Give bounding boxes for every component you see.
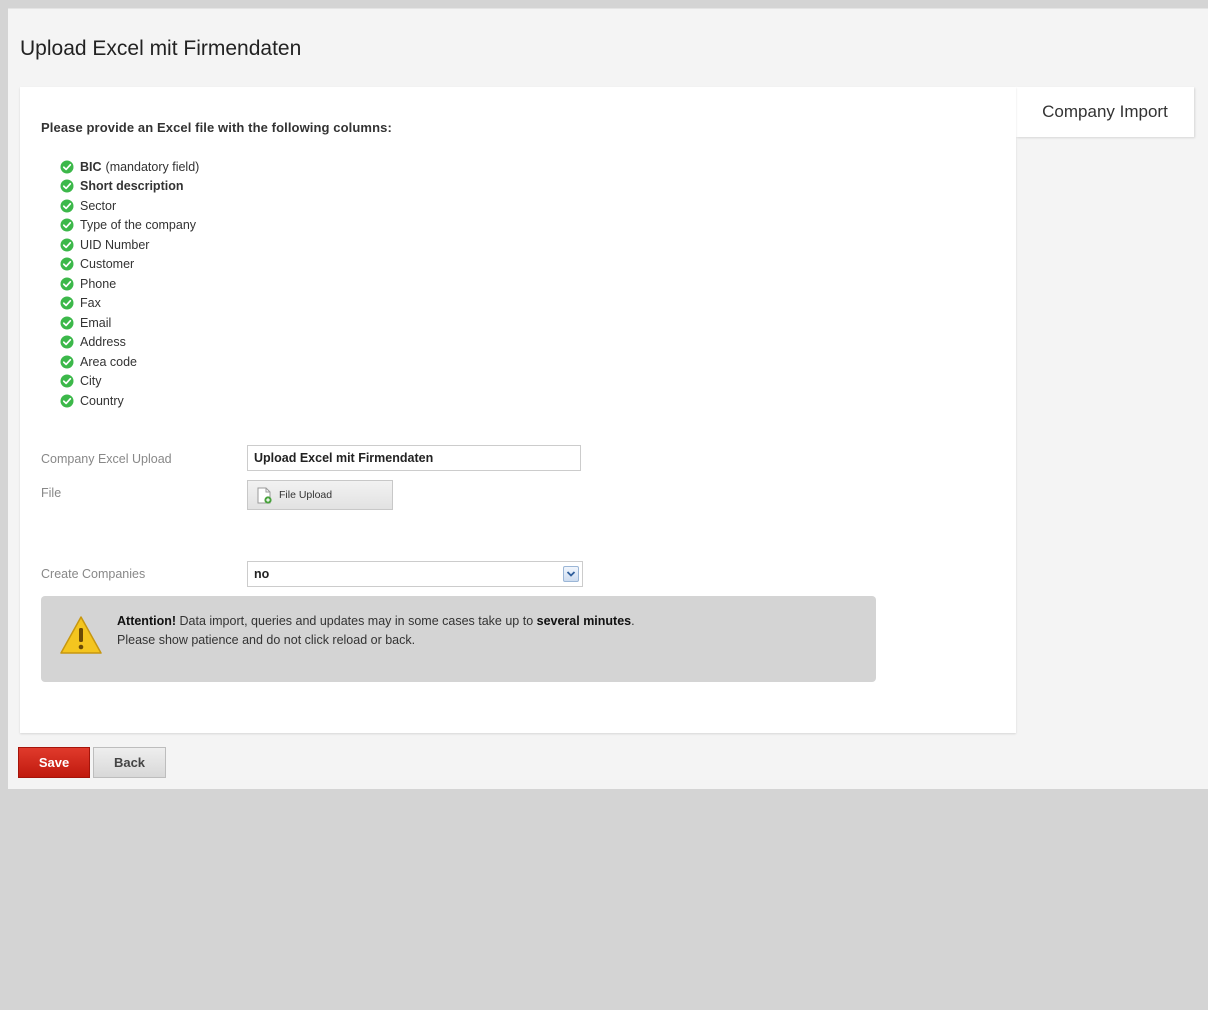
check-circle-icon [60, 199, 74, 213]
create-companies-select[interactable]: no [247, 561, 583, 587]
check-circle-icon [60, 238, 74, 252]
check-circle-icon [60, 374, 74, 388]
column-name: BIC [80, 159, 102, 174]
file-upload-label: File Upload [279, 489, 333, 501]
column-name: City [80, 374, 102, 389]
column-name: Fax [80, 296, 101, 311]
attention-prefix: Attention! [117, 614, 177, 628]
list-item: Address [60, 333, 199, 353]
column-name: Area code [80, 354, 137, 369]
list-item: Fax [60, 294, 199, 314]
list-item: Customer [60, 255, 199, 275]
dropdown-arrow[interactable] [563, 566, 579, 582]
attention-text-line2: Please show patience and do not click re… [117, 633, 416, 647]
column-name: Phone [80, 276, 117, 291]
column-name: Short description [80, 179, 184, 194]
company-excel-upload-label: Company Excel Upload [41, 452, 172, 466]
chevron-down-icon [566, 571, 576, 577]
required-columns-list: BIC (mandatory field) Short description Sec… [60, 157, 199, 411]
list-item: Email [60, 313, 199, 333]
column-name: Type of the company [80, 218, 197, 233]
list-item: Type of the company [60, 216, 199, 236]
app-window: Upload Excel mit Firmendaten Company Imp… [8, 8, 1208, 789]
list-item: City [60, 372, 199, 392]
column-name: Email [80, 315, 112, 330]
column-name: Sector [80, 198, 117, 213]
save-button[interactable]: Save [18, 747, 90, 778]
column-name: Customer [80, 257, 135, 272]
list-item: Country [60, 391, 199, 411]
column-name: Address [80, 335, 126, 350]
file-label: File [41, 486, 62, 500]
create-companies-value: no [254, 567, 270, 581]
file-upload-button[interactable]: File Upload [247, 480, 393, 510]
list-item: Phone [60, 274, 199, 294]
page-title: Upload Excel mit Firmendaten [20, 37, 302, 60]
warning-triangle-icon [60, 616, 102, 654]
check-circle-icon [60, 355, 74, 369]
list-item: Sector [60, 196, 199, 216]
back-button[interactable]: Back [93, 747, 166, 778]
content-panel: Please provide an Excel file with the fo… [20, 87, 1016, 733]
column-note: (mandatory field) [105, 159, 200, 174]
company-excel-upload-input[interactable] [247, 445, 581, 471]
tab-label: Company Import [1042, 102, 1168, 121]
list-item: Area code [60, 352, 199, 372]
check-circle-icon [60, 277, 74, 291]
check-circle-icon [60, 394, 74, 408]
check-circle-icon [60, 316, 74, 330]
list-item: UID Number [60, 235, 199, 255]
file-add-icon [257, 487, 272, 504]
list-item: Short description [60, 177, 199, 197]
create-companies-label: Create Companies [41, 567, 146, 581]
list-item: BIC (mandatory field) [60, 157, 199, 177]
attention-notice: Attention! Data import, queries and upda… [41, 596, 876, 682]
attention-emphasis: several minutes [536, 614, 632, 628]
check-circle-icon [60, 179, 74, 193]
attention-text: Attention! Data import, queries and upda… [117, 614, 635, 628]
check-circle-icon [60, 296, 74, 310]
column-name: Country [80, 393, 124, 408]
check-circle-icon [60, 218, 74, 232]
column-name: UID Number [80, 237, 150, 252]
check-circle-icon [60, 335, 74, 349]
tab-company-import[interactable]: Company Import [1016, 87, 1194, 137]
check-circle-icon [60, 257, 74, 271]
columns-intro: Please provide an Excel file with the fo… [41, 120, 392, 135]
check-circle-icon [60, 160, 74, 174]
